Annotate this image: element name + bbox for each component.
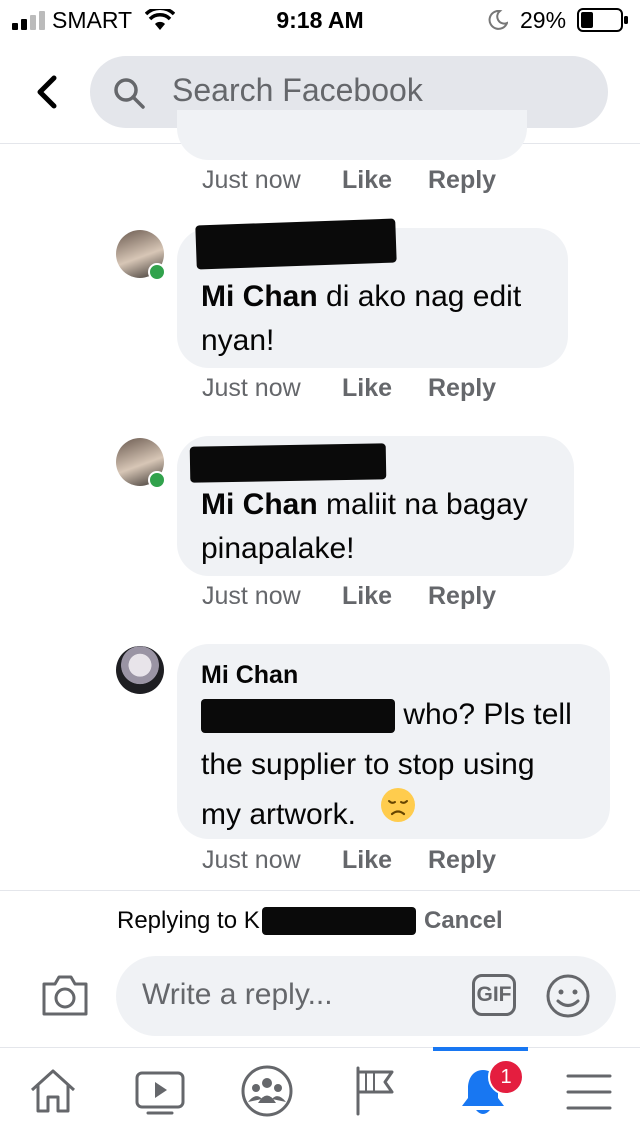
battery-icon: [577, 8, 628, 32]
mention[interactable]: Mi Chan: [201, 280, 318, 313]
active-tab-indicator: [433, 1047, 528, 1051]
pages-flag-icon[interactable]: [352, 1064, 398, 1118]
redacted-name: [195, 218, 397, 270]
comment-time: Just now: [202, 582, 301, 610]
comment-time: Just now: [202, 166, 301, 194]
emoji-icon[interactable]: [545, 973, 591, 1019]
reply-link[interactable]: Reply: [428, 374, 496, 403]
home-icon[interactable]: [28, 1066, 78, 1116]
search-input[interactable]: Search Facebook: [172, 72, 423, 109]
notification-count-badge: 1: [488, 1059, 524, 1095]
camera-icon[interactable]: [40, 972, 90, 1018]
comment-bubble-previous: [177, 110, 527, 160]
comment-meta: Just now Like Reply: [202, 846, 496, 875]
cancel-reply-button[interactable]: Cancel: [424, 907, 503, 935]
watch-icon[interactable]: [134, 1070, 186, 1116]
comment-time: Just now: [202, 374, 301, 402]
like-link[interactable]: Like: [342, 374, 392, 403]
like-link[interactable]: Like: [342, 166, 392, 195]
back-arrow-icon[interactable]: [30, 72, 66, 112]
avatar[interactable]: [116, 646, 164, 694]
redacted-mention: [201, 699, 395, 734]
battery-percent: 29%: [520, 7, 567, 33]
comment-meta: Just now Like Reply: [202, 582, 496, 611]
comment-meta: Just now Like Reply: [202, 374, 496, 403]
replying-to-label: Replying to K: [117, 907, 260, 934]
reply-link[interactable]: Reply: [428, 846, 496, 875]
status-bar: SMART 9:18 AM 29%: [0, 0, 640, 40]
reply-input-placeholder: Write a reply...: [142, 978, 333, 1011]
comment-text: Mi Chan di ako nag edit nyan!: [201, 280, 522, 357]
like-link[interactable]: Like: [342, 846, 392, 875]
reply-link[interactable]: Reply: [428, 582, 496, 611]
reply-link[interactable]: Reply: [428, 166, 496, 195]
online-indicator: [148, 471, 166, 489]
groups-icon[interactable]: [240, 1064, 294, 1118]
moon-icon: [488, 10, 508, 30]
search-icon: [114, 78, 145, 109]
gif-button[interactable]: GIF: [472, 974, 516, 1016]
comment-text: Mi Chan maliit na bagay pinapalake!: [201, 488, 528, 565]
menu-icon[interactable]: [566, 1072, 612, 1112]
nav-divider: [0, 1047, 640, 1048]
redacted-name: [189, 443, 387, 483]
comment-time: Just now: [202, 846, 301, 874]
divider: [0, 890, 640, 891]
comment-author[interactable]: Mi Chan: [201, 661, 298, 690]
comment-meta: Just now Like Reply: [202, 166, 496, 195]
redacted-name: [262, 907, 416, 935]
mention[interactable]: Mi Chan: [201, 488, 318, 521]
like-link[interactable]: Like: [342, 582, 392, 611]
disappointed-face-icon: [381, 788, 415, 822]
online-indicator: [148, 263, 166, 281]
